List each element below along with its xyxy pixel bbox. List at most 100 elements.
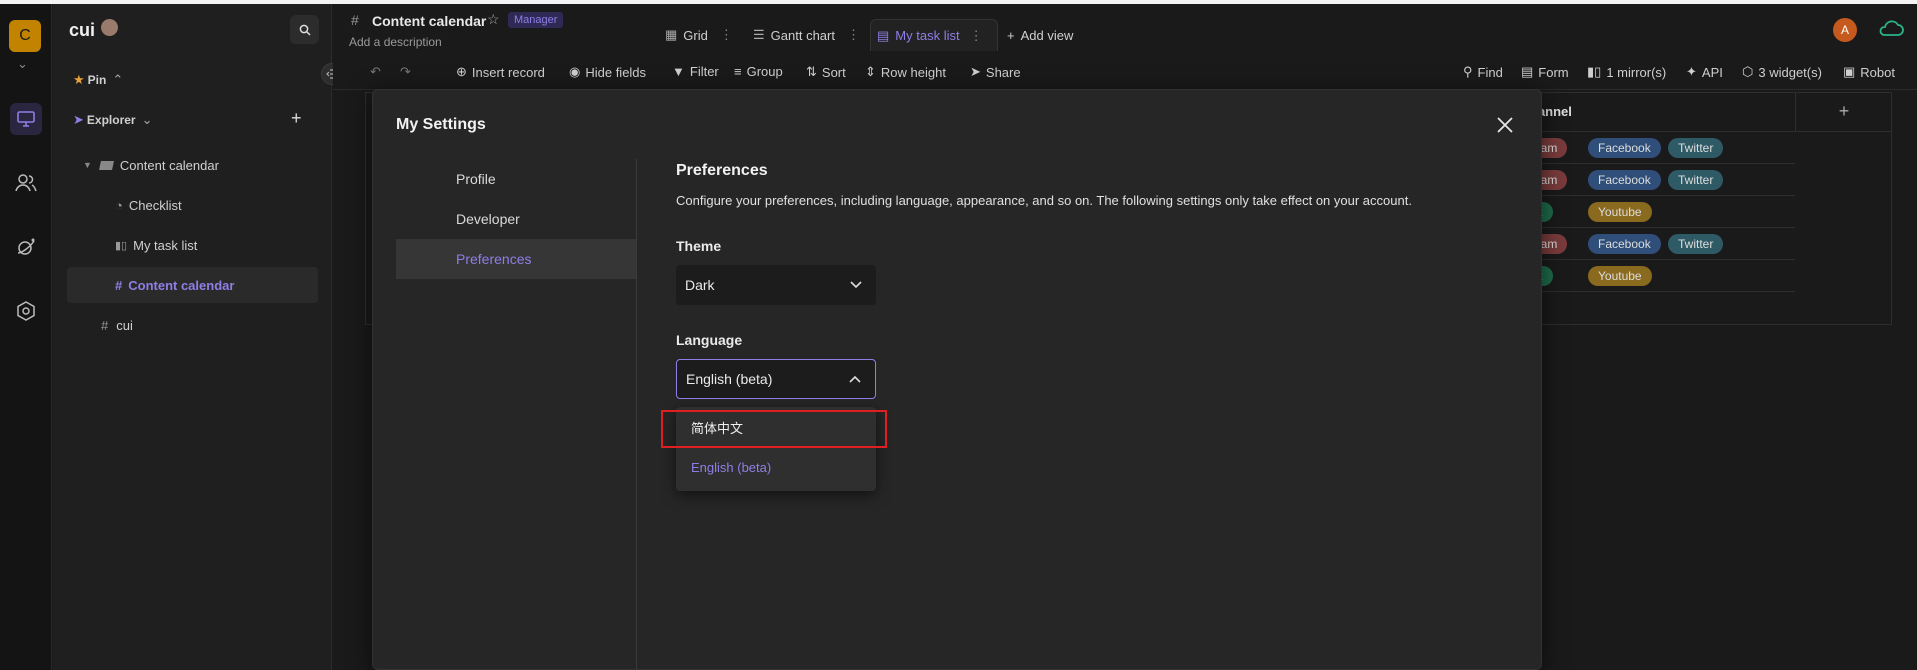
menu-item-preferences[interactable]: Preferences (396, 239, 636, 279)
sort-button[interactable]: ⇅ Sort (806, 64, 846, 80)
tab-label: Grid (683, 27, 708, 43)
channel-tag: Twitter (1668, 170, 1724, 190)
workbench-icon[interactable] (10, 103, 42, 135)
group-button[interactable]: ≡ Group (734, 64, 783, 79)
dashboard-icon: ◔ (115, 197, 123, 213)
table-row[interactable]: okYoutube (1520, 196, 1795, 228)
toolbar-label: Row height (880, 64, 946, 80)
sidebar-item-cui[interactable]: # cui (101, 307, 318, 343)
table-row[interactable]: gram Facebook Twitter (1520, 132, 1795, 164)
redo-icon[interactable]: ↷ (400, 64, 411, 80)
language-label: Language (676, 332, 743, 348)
row-height-button[interactable]: ⇕ Row height (865, 64, 946, 80)
page-title[interactable]: Content calendar (372, 13, 486, 29)
chevron-down-icon[interactable]: ⌄ (17, 56, 28, 72)
space-emoji-icon (101, 19, 118, 36)
channel-tag: Facebook (1588, 170, 1661, 190)
modal-divider (636, 159, 637, 670)
pin-section[interactable]: ★ Pin ⌃ (73, 62, 123, 98)
toolbar-label: Form (1538, 64, 1569, 80)
tab-grid[interactable]: ▦ Grid ⋮ (659, 19, 739, 51)
add-view-label: Add view (1020, 27, 1074, 43)
templates-icon[interactable] (10, 231, 42, 263)
form-icon: ▤ (1521, 64, 1534, 79)
plus-icon: + (1007, 27, 1015, 43)
menu-item-profile[interactable]: Profile (396, 159, 636, 199)
section-description: Configure your preferences, including la… (676, 193, 1412, 208)
search-icon: ⚲ (1463, 64, 1473, 79)
toolbar-label: Robot (1860, 64, 1895, 80)
find-button[interactable]: ⚲ Find (1463, 64, 1503, 80)
filter-button[interactable]: ▼ Filter (672, 64, 719, 79)
settings-hexagon-icon[interactable] (10, 295, 42, 327)
sidebar-item-label: Content calendar (119, 157, 219, 173)
plus-circle-icon: ⊕ (456, 64, 467, 79)
mirror-button[interactable]: ▮▯ 1 mirror(s) (1587, 64, 1666, 80)
gantt-icon: ☰ (753, 27, 765, 42)
page-description[interactable]: Add a description (349, 35, 442, 49)
menu-item-developer[interactable]: Developer (396, 199, 636, 239)
filter-icon: ▼ (672, 64, 685, 79)
eye-icon: ◉ (569, 64, 581, 79)
search-icon[interactable] (290, 15, 319, 44)
sheet-icon: # (115, 277, 123, 293)
tab-my-task-list[interactable]: ▤ My task list ⋮ (870, 19, 998, 51)
more-icon[interactable]: ⋮ (720, 27, 733, 43)
more-icon[interactable]: ⋮ (847, 27, 860, 43)
sidebar-item-content-calendar[interactable]: # Content calendar (67, 267, 318, 303)
members-icon[interactable] (10, 167, 42, 199)
channel-tag: Youtube (1588, 266, 1652, 286)
form-icon: ▮▯ (115, 239, 128, 252)
more-icon[interactable]: ⋮ (970, 28, 983, 44)
form-button[interactable]: ▤ Form (1521, 64, 1569, 80)
close-icon[interactable] (1494, 114, 1516, 136)
tab-label: Gantt chart (770, 27, 835, 43)
share-button[interactable]: ➤ Share (970, 64, 1021, 80)
robot-button[interactable]: ▣ Robot (1843, 64, 1895, 80)
sidebar-item-my-task-list[interactable]: ▮▯ My task list (115, 227, 318, 263)
star-outline-icon[interactable]: ☆ (487, 11, 500, 28)
table-row[interactable]: gram Facebook Twitter (1520, 164, 1795, 196)
channel-tag: Facebook (1588, 234, 1661, 254)
api-button[interactable]: ✦ API (1686, 64, 1723, 80)
toolbar-label: 3 widget(s) (1758, 64, 1822, 80)
language-option-en[interactable]: English (beta) (676, 447, 876, 487)
cloud-sync-icon[interactable] (1877, 18, 1905, 41)
insert-record-button[interactable]: ⊕ Insert record (456, 64, 545, 80)
sidebar-item-folder[interactable]: ▼ Content calendar (83, 147, 318, 183)
theme-label: Theme (676, 238, 722, 254)
space-name[interactable]: cui (69, 20, 95, 41)
add-view-button[interactable]: + Add view (1001, 19, 1079, 51)
section-title: Preferences (676, 162, 768, 179)
column-header[interactable]: nannel (1520, 92, 1795, 132)
channel-tag: Youtube (1588, 202, 1652, 222)
chevron-up-icon (849, 375, 861, 383)
theme-select[interactable]: Dark (676, 265, 876, 305)
sidebar-item-label: Checklist (128, 197, 182, 213)
star-icon: ★ (73, 72, 85, 87)
widgets-button[interactable]: ⬡ 3 widget(s) (1742, 64, 1822, 80)
channel-tag: Facebook (1588, 138, 1661, 158)
add-node-button[interactable]: + (291, 108, 302, 129)
sidebar-item-checklist[interactable]: ◔ Checklist (115, 187, 318, 223)
space-avatar[interactable]: C (9, 20, 41, 52)
sheet-icon: # (351, 12, 359, 28)
toolbar-label: Group (746, 64, 783, 79)
row-height-icon: ⇕ (865, 64, 876, 79)
undo-icon[interactable]: ↶ (370, 64, 381, 80)
folder-icon (98, 160, 114, 170)
hide-fields-button[interactable]: ◉ Hide fields (569, 64, 646, 80)
tab-gantt[interactable]: ☰ Gantt chart ⋮ (747, 19, 866, 51)
channel-tag: Twitter (1668, 234, 1724, 254)
form-icon: ▤ (877, 27, 890, 43)
add-column-button[interactable]: + (1795, 92, 1892, 132)
explorer-section[interactable]: ➤ Explorer ⌄ (73, 102, 153, 138)
user-avatar[interactable]: A (1833, 18, 1857, 42)
table-row[interactable]: gram Facebook Twitter (1520, 228, 1795, 260)
language-select[interactable]: English (beta) (676, 359, 876, 399)
highlight-box (661, 410, 887, 448)
table-row[interactable]: okYoutube (1520, 260, 1795, 292)
role-badge: Manager (508, 12, 564, 28)
toolbar-label: Sort (821, 64, 846, 80)
toolbar-label: API (1701, 64, 1723, 80)
